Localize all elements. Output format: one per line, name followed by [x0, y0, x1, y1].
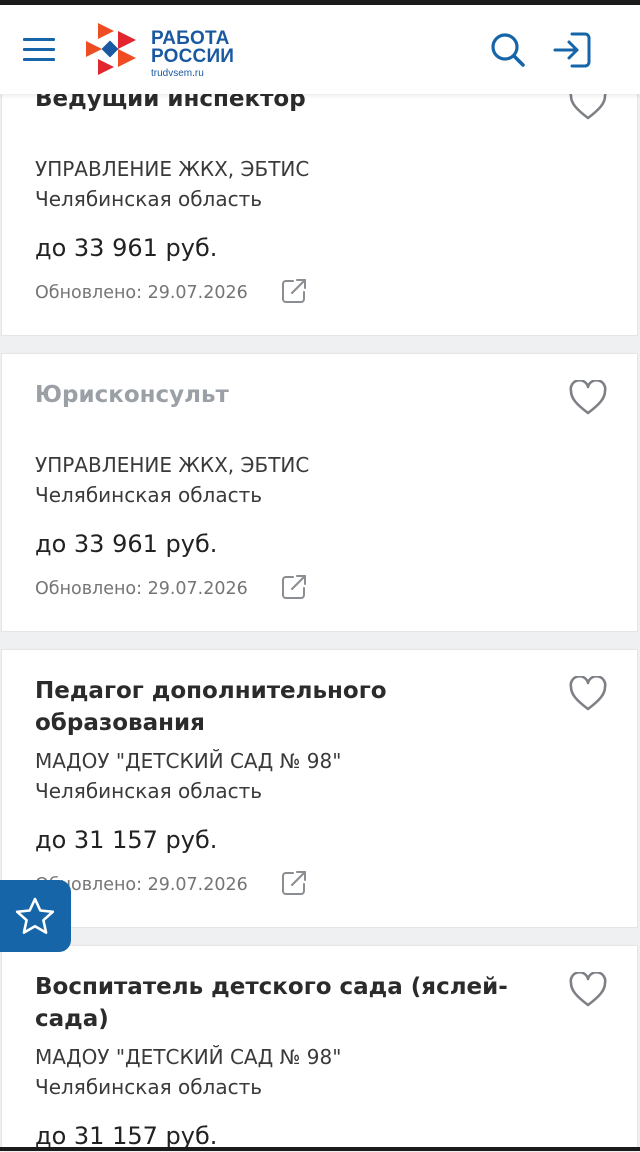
- logo-line-2: РОССИИ: [151, 46, 235, 67]
- external-link-icon[interactable]: [280, 869, 308, 897]
- heart-icon[interactable]: [568, 676, 608, 712]
- external-link-icon[interactable]: [280, 573, 308, 601]
- company-name: МАДОУ "ДЕТСКИЙ САД № 98": [35, 749, 342, 773]
- search-icon[interactable]: [490, 32, 526, 68]
- region: Челябинская область: [35, 1075, 263, 1099]
- star-icon: [15, 897, 55, 934]
- menu-icon[interactable]: [23, 38, 55, 62]
- region: Челябинская область: [35, 779, 263, 803]
- vacancy-card[interactable]: Юрисконсульт УПРАВЛЕНИЕ ЖКХ, ЭБТИС Челяб…: [1, 353, 638, 632]
- vacancy-card[interactable]: Ведущий инспектор УПРАВЛЕНИЕ ЖКХ, ЭБТИС …: [1, 60, 638, 336]
- company-name: МАДОУ "ДЕТСКИЙ САД № 98": [35, 1045, 342, 1069]
- salary: до 31 157 руб.: [35, 826, 218, 854]
- vacancy-card[interactable]: Педагог дополнительного образования МАДО…: [1, 649, 638, 928]
- region: Челябинская область: [35, 483, 263, 507]
- company-name: УПРАВЛЕНИЕ ЖКХ, ЭБТИС: [35, 157, 310, 181]
- favorites-float-button[interactable]: [0, 880, 71, 952]
- salary: до 33 961 руб.: [35, 530, 218, 558]
- nav-bar-edge: [0, 1147, 640, 1151]
- status-bar-edge: [0, 0, 640, 5]
- logo-domain: trudvsem.ru: [151, 68, 204, 79]
- rabota-rossii-logo-icon[interactable]: [84, 21, 140, 77]
- salary: до 33 961 руб.: [35, 234, 218, 262]
- vacancy-card[interactable]: Воспитатель детского сада (яслей-сада) М…: [1, 945, 638, 1151]
- region: Челябинская область: [35, 187, 263, 211]
- company-name: УПРАВЛЕНИЕ ЖКХ, ЭБТИС: [35, 453, 310, 477]
- site-header: РАБОТА РОССИИ trudvsem.ru: [0, 5, 640, 94]
- updated-date: Обновлено: 29.07.2026: [35, 283, 248, 303]
- vacancy-title[interactable]: Педагог дополнительного образования: [35, 675, 545, 739]
- login-icon[interactable]: [552, 31, 592, 69]
- updated-date: Обновлено: 29.07.2026: [35, 579, 248, 599]
- heart-icon[interactable]: [568, 380, 608, 416]
- site-logo-text[interactable]: РАБОТА РОССИИ trudvsem.ru: [151, 29, 235, 80]
- heart-icon[interactable]: [568, 972, 608, 1008]
- external-link-icon[interactable]: [280, 277, 308, 305]
- vacancy-title[interactable]: Воспитатель детского сада (яслей-сада): [35, 971, 545, 1035]
- vacancy-title[interactable]: Юрисконсульт: [35, 379, 545, 411]
